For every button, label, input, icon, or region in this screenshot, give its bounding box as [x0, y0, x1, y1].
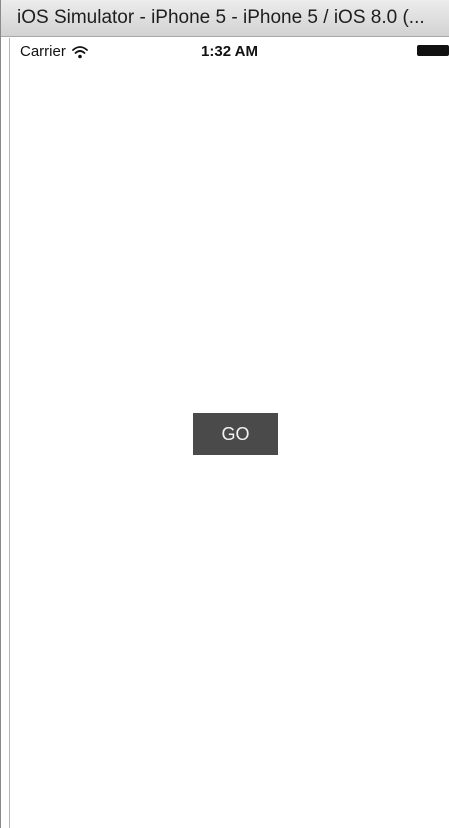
battery-full-icon — [417, 45, 449, 56]
status-bar: Carrier 1:32 AM — [10, 38, 449, 64]
carrier-label: Carrier — [20, 43, 66, 60]
carrier-group: Carrier — [20, 43, 88, 60]
window-title: iOS Simulator - iPhone 5 - iPhone 5 / iO… — [17, 7, 425, 28]
wifi-icon — [71, 45, 88, 59]
device-screen: Carrier 1:32 AM GO — [9, 38, 449, 828]
window-titlebar[interactable]: iOS Simulator - iPhone 5 - iPhone 5 / iO… — [1, 0, 449, 37]
simulator-window: iOS Simulator - iPhone 5 - iPhone 5 / iO… — [0, 0, 449, 828]
go-button[interactable]: GO — [193, 413, 278, 455]
status-time: 1:32 AM — [201, 43, 258, 60]
